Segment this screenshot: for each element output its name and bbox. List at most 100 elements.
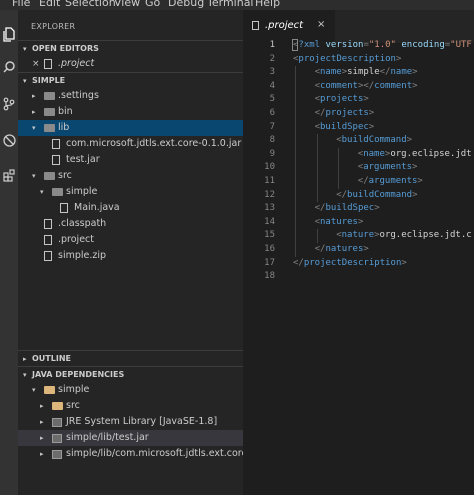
code-line: 15 <nature>org.eclipse.jdt.c bbox=[243, 229, 474, 243]
java-dependencies-header[interactable]: ▾ JAVA DEPENDENCIES bbox=[18, 366, 243, 382]
indent-guide bbox=[316, 229, 318, 243]
line-number: 9 bbox=[269, 148, 275, 159]
code-token: </ bbox=[314, 108, 326, 118]
library-icon bbox=[52, 418, 62, 427]
indent-guide bbox=[338, 161, 340, 175]
code-token: </ bbox=[314, 244, 326, 254]
tree-item-classpath[interactable]: .classpath bbox=[18, 216, 243, 232]
code-text: <projects> bbox=[315, 93, 369, 107]
open-editors-header[interactable]: ▾ OPEN EDITORS bbox=[18, 40, 243, 56]
line-number: 17 bbox=[264, 257, 275, 268]
source-control-icon[interactable] bbox=[0, 94, 18, 114]
code-text: </arguments> bbox=[358, 175, 423, 189]
menu-selection[interactable]: Selection bbox=[65, 0, 116, 9]
tree-item-src[interactable]: ▾ src bbox=[18, 168, 243, 184]
files-icon[interactable] bbox=[0, 24, 18, 44]
code-token: buildSpec bbox=[320, 121, 369, 132]
tree-item-bin[interactable]: ▸ bin bbox=[18, 104, 243, 120]
chevron-right-icon: ▸ bbox=[23, 355, 27, 363]
indent-guide bbox=[295, 202, 296, 216]
code-text: </projects> bbox=[315, 107, 375, 121]
project-folder-icon bbox=[44, 386, 55, 394]
code-token: ></ bbox=[357, 80, 375, 91]
dep-item-test-jar[interactable]: ▸ simple/lib/test.jar bbox=[18, 430, 243, 446]
dep-item-src[interactable]: ▸ src bbox=[18, 398, 243, 414]
line-number: 13 bbox=[264, 203, 275, 214]
tree-item-main-java[interactable]: Main.java bbox=[18, 200, 243, 216]
indent-guide bbox=[316, 161, 318, 175]
code-token: > bbox=[363, 94, 369, 105]
indent-guide bbox=[295, 147, 296, 162]
chevron-down-icon: ▾ bbox=[32, 172, 36, 180]
folder-open-icon bbox=[44, 172, 55, 180]
line-number: 5 bbox=[269, 94, 275, 105]
indent-guide bbox=[316, 147, 318, 162]
code-token: > bbox=[412, 67, 418, 78]
code-line: 7 <buildSpec> bbox=[243, 120, 474, 135]
extensions-icon[interactable] bbox=[0, 165, 18, 185]
outline-header[interactable]: ▸ OUTLINE bbox=[18, 350, 243, 366]
menu-file[interactable]: File bbox=[12, 0, 30, 9]
code-line: 6 </projects> bbox=[243, 107, 474, 121]
chevron-down-icon: ▾ bbox=[23, 45, 27, 53]
debug-icon[interactable] bbox=[0, 130, 18, 150]
tree-item-test-jar[interactable]: test.jar bbox=[18, 152, 243, 168]
menu-go[interactable]: Go bbox=[145, 0, 160, 9]
file-icon bbox=[44, 59, 52, 69]
folder-icon bbox=[44, 108, 55, 116]
code-token: projectDescription bbox=[303, 257, 402, 268]
line-number: 4 bbox=[269, 80, 275, 91]
code-token: simple bbox=[347, 67, 380, 78]
line-number: 14 bbox=[264, 216, 275, 227]
tree-item-settings[interactable]: ▸ .settings bbox=[18, 88, 243, 104]
tree-item-jdtls-jar[interactable]: com.microsoft.jdtls.ext.core-0.1.0.jar bbox=[18, 136, 243, 152]
indent-guide bbox=[295, 107, 296, 121]
code-token: version bbox=[325, 40, 364, 50]
code-token: name bbox=[390, 67, 413, 78]
code-text: <arguments> bbox=[358, 161, 418, 175]
code-line: 2 <projectDescription> bbox=[243, 53, 474, 67]
folder-open-icon bbox=[44, 124, 55, 132]
menu-help[interactable]: Help bbox=[255, 0, 280, 9]
tree-item-simple-zip[interactable]: simple.zip bbox=[18, 248, 243, 264]
code-text: <buildSpec> bbox=[315, 121, 375, 135]
open-editor-item[interactable]: × .project bbox=[18, 56, 243, 72]
file-icon bbox=[44, 219, 52, 229]
line-number: 3 bbox=[269, 67, 275, 78]
code-token: org.eclipse.jdt.c bbox=[379, 230, 472, 241]
line-number: 7 bbox=[269, 121, 275, 132]
line-number: 10 bbox=[264, 162, 275, 173]
menu-edit[interactable]: Edit bbox=[39, 0, 60, 9]
code-line: 3 <name>simple</name> bbox=[243, 66, 474, 80]
menu-view[interactable]: View bbox=[114, 0, 140, 9]
tree-item-project[interactable]: .project bbox=[18, 232, 243, 248]
indent-guide bbox=[295, 120, 296, 135]
code-token: buildSpec bbox=[325, 203, 375, 214]
jar-icon bbox=[52, 434, 62, 443]
tree-item-lib[interactable]: ▾ lib bbox=[18, 120, 243, 136]
code-text: <natures> bbox=[315, 216, 364, 230]
code-token: > bbox=[395, 53, 402, 64]
code-text: <?xml version="1.0" encoding="UTF bbox=[293, 39, 472, 53]
indent-guide bbox=[316, 134, 318, 148]
code-token: name bbox=[320, 67, 342, 78]
line-number: 8 bbox=[269, 135, 275, 146]
menu-bar: File Edit Selection View Go Debug Termin… bbox=[0, 0, 474, 10]
menu-debug[interactable]: Debug bbox=[168, 0, 204, 9]
code-token: > bbox=[412, 80, 418, 91]
code-token: comment bbox=[374, 80, 413, 91]
menu-terminal[interactable]: Terminal bbox=[207, 0, 254, 9]
simple-project-header[interactable]: ▾ SIMPLE bbox=[18, 72, 243, 88]
tree-item-simple-folder[interactable]: ▾ simple bbox=[18, 184, 243, 200]
code-token: nature bbox=[341, 230, 375, 241]
code-text: </projectDescription> bbox=[293, 257, 407, 271]
dep-item-jre[interactable]: ▸ JRE System Library [JavaSE-1.8] bbox=[18, 414, 243, 430]
code-token: "UTF bbox=[450, 40, 472, 50]
close-icon[interactable]: × bbox=[32, 56, 40, 72]
close-icon[interactable]: × bbox=[317, 19, 325, 30]
dep-item-jdtls-jar[interactable]: ▸ simple/lib/com.microsoft.jdtls.ext.cor… bbox=[18, 446, 243, 462]
code-token: > bbox=[363, 244, 369, 254]
search-icon[interactable] bbox=[0, 56, 18, 76]
dep-item-simple[interactable]: ▾ simple bbox=[18, 382, 243, 398]
code-text: <comment></comment> bbox=[315, 80, 418, 94]
